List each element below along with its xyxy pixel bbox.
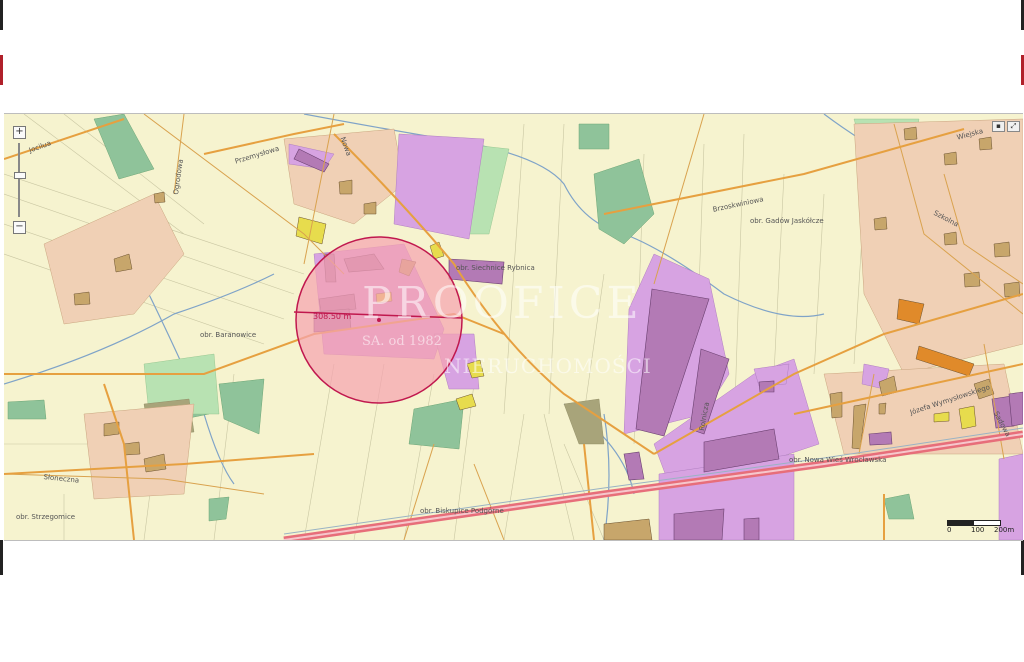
layers-button[interactable]: ▪ [992, 121, 1005, 132]
zoom-in-button[interactable]: + [13, 126, 26, 139]
watermark-since: SA. od 1982 [362, 334, 442, 349]
district-label-baranowice: obr. Baranowice [200, 331, 257, 339]
scale-bar: 0 100 200m [947, 518, 1014, 534]
map-viewport[interactable]: 308.50 m PROOFICE SA. od 1982 NIERUCHOMO… [4, 113, 1023, 541]
district-label-siechnice: obr. Siechnice Rybnica [456, 264, 535, 272]
watermark-tagline: NIERUCHOMOŚCI [444, 354, 652, 378]
zoom-out-button[interactable]: − [13, 221, 26, 234]
scale-tick-100: 100 [971, 526, 985, 534]
zoom-slider-handle[interactable] [14, 172, 26, 179]
district-label-nowa-wies: obr. Nowa Wieś Wrocławska [789, 456, 887, 464]
left-edge-accent-bottom [0, 540, 3, 575]
scale-tick-200: 200m [994, 526, 1015, 534]
fullscreen-button[interactable]: ⤢ [1007, 121, 1020, 132]
measurement-label: 308.50 m [313, 312, 352, 321]
zoom-slider-track[interactable] [18, 143, 20, 217]
district-label-gadow: obr. Gadów Jaskółcze [750, 217, 824, 225]
left-edge-accent [0, 0, 3, 30]
scale-tick-0: 0 [947, 526, 952, 534]
watermark-logo: PROOFICE [362, 278, 643, 329]
left-edge-accent-red [0, 55, 3, 85]
district-label-biskupice: obr. Biskupice Podgórne [420, 507, 504, 515]
district-label-strzegomice: obr. Strzegomice [16, 513, 76, 521]
